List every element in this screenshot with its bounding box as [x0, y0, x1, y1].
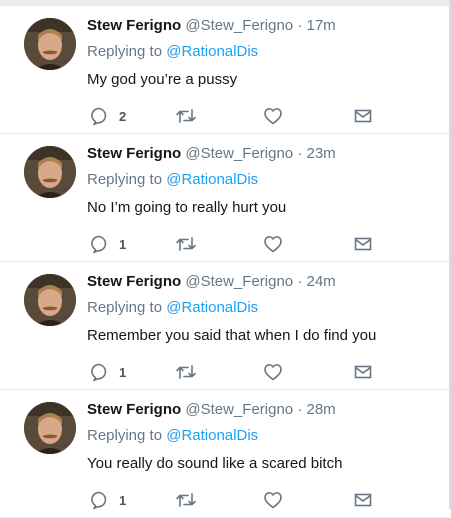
user-handle[interactable]: @Stew_Ferigno — [185, 145, 293, 162]
reply-icon — [91, 235, 107, 254]
tweet-text: No I’m going to really hurt you — [87, 199, 287, 216]
display-name[interactable]: Stew Ferigno — [87, 401, 181, 418]
display-name[interactable]: Stew Ferigno — [87, 273, 181, 290]
display-name[interactable]: Stew Ferigno — [87, 17, 181, 34]
tweet-actions: 1 — [87, 362, 387, 384]
reply-count: 2 — [119, 108, 127, 124]
like-button[interactable] — [263, 362, 283, 382]
heart-icon — [264, 364, 282, 381]
message-button[interactable] — [353, 362, 373, 382]
replying-to: Replying to @RationalDis — [87, 43, 258, 60]
tweet-header: Stew Ferigno @Stew_Ferigno · 24m — [87, 273, 336, 290]
separator-dot: · — [297, 17, 303, 34]
avatar[interactable] — [24, 18, 76, 70]
tweet-item[interactable]: Stew Ferigno @Stew_Ferigno · 28m Replyin… — [0, 390, 449, 518]
tweet-text: My god you’re a pussy — [87, 71, 238, 88]
replying-to: Replying to @RationalDis — [87, 299, 258, 316]
envelope-icon — [354, 493, 372, 507]
display-name[interactable]: Stew Ferigno — [87, 145, 181, 162]
message-button[interactable] — [353, 490, 373, 510]
tweet-actions: 1 — [87, 234, 387, 256]
like-button[interactable] — [263, 490, 283, 510]
tweet-item[interactable]: Stew Ferigno @Stew_Ferigno · 24m Replyin… — [0, 262, 449, 390]
retweet-icon — [176, 493, 196, 507]
avatar[interactable] — [24, 402, 76, 454]
reply-button[interactable]: 2 — [89, 106, 126, 126]
user-handle[interactable]: @Stew_Ferigno — [185, 273, 293, 290]
reply-icon — [91, 107, 107, 126]
separator-dot: · — [297, 273, 303, 290]
separator-dot: · — [297, 401, 303, 418]
reply-count: 1 — [119, 492, 127, 508]
message-button[interactable] — [353, 234, 373, 254]
reply-button[interactable]: 1 — [89, 362, 126, 382]
tweet-header: Stew Ferigno @Stew_Ferigno · 23m — [87, 145, 336, 162]
timestamp[interactable]: 28m — [306, 401, 335, 418]
retweet-icon — [176, 109, 196, 123]
replying-to-label: Replying to — [87, 171, 163, 188]
heart-icon — [264, 492, 282, 509]
retweet-button[interactable] — [175, 106, 197, 126]
heart-icon — [264, 108, 282, 125]
replying-to-link[interactable]: @RationalDis — [166, 43, 258, 60]
tweet-header: Stew Ferigno @Stew_Ferigno · 28m — [87, 401, 336, 418]
reply-count: 1 — [119, 236, 127, 252]
retweet-icon — [176, 365, 196, 379]
avatar[interactable] — [24, 274, 76, 326]
replying-to-label: Replying to — [87, 299, 163, 316]
reply-icon — [91, 363, 107, 382]
retweet-button[interactable] — [175, 490, 197, 510]
replying-to-link[interactable]: @RationalDis — [166, 427, 258, 444]
like-button[interactable] — [263, 106, 283, 126]
replying-to-label: Replying to — [87, 427, 163, 444]
timestamp[interactable]: 24m — [306, 273, 335, 290]
reply-icon — [91, 491, 107, 510]
envelope-icon — [354, 237, 372, 251]
user-handle[interactable]: @Stew_Ferigno — [185, 17, 293, 34]
timestamp[interactable]: 17m — [306, 17, 335, 34]
tweet-actions: 2 — [87, 106, 387, 128]
tweet-item[interactable]: Stew Ferigno @Stew_Ferigno · 23m Replyin… — [0, 134, 449, 262]
replying-to: Replying to @RationalDis — [87, 171, 258, 188]
replying-to-link[interactable]: @RationalDis — [166, 171, 258, 188]
reply-button[interactable]: 1 — [89, 490, 126, 510]
replying-to-link[interactable]: @RationalDis — [166, 299, 258, 316]
tweet-header: Stew Ferigno @Stew_Ferigno · 17m — [87, 17, 336, 34]
separator-dot: · — [297, 145, 303, 162]
timestamp[interactable]: 23m — [306, 145, 335, 162]
user-handle[interactable]: @Stew_Ferigno — [185, 401, 293, 418]
message-button[interactable] — [353, 106, 373, 126]
like-button[interactable] — [263, 234, 283, 254]
avatar[interactable] — [24, 146, 76, 198]
heart-icon — [264, 236, 282, 253]
reply-count: 1 — [119, 364, 127, 380]
tweet-text: You really do sound like a scared bitch — [87, 455, 343, 472]
tweet-item[interactable]: Stew Ferigno @Stew_Ferigno · 17m Replyin… — [0, 6, 449, 134]
replying-to-label: Replying to — [87, 43, 163, 60]
envelope-icon — [354, 109, 372, 123]
replying-to: Replying to @RationalDis — [87, 427, 258, 444]
retweet-button[interactable] — [175, 234, 197, 254]
envelope-icon — [354, 365, 372, 379]
retweet-button[interactable] — [175, 362, 197, 382]
reply-button[interactable]: 1 — [89, 234, 126, 254]
retweet-icon — [176, 237, 196, 251]
tweet-text: Remember you said that when I do find yo… — [87, 327, 377, 344]
